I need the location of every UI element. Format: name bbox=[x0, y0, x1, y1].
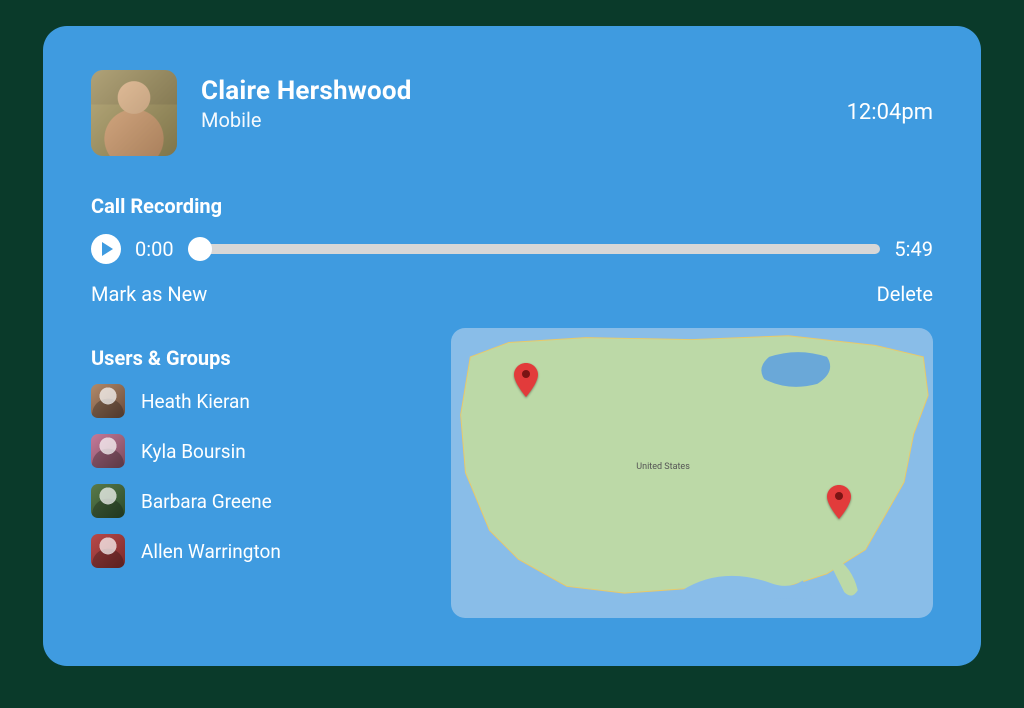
play-icon bbox=[102, 242, 113, 256]
contact-name-block: Claire Hershwood Mobile bbox=[201, 70, 847, 132]
user-name: Heath Kieran bbox=[141, 390, 250, 413]
recording-actions: Mark as New Delete bbox=[91, 282, 933, 306]
duration-time: 5:49 bbox=[894, 237, 933, 261]
contact-subtitle: Mobile bbox=[201, 108, 847, 132]
mark-as-new-link[interactable]: Mark as New bbox=[91, 282, 207, 306]
play-button[interactable] bbox=[91, 234, 121, 264]
user-row[interactable]: Kyla Boursin bbox=[91, 434, 411, 468]
lower-section: Users & Groups Heath Kieran Kyla Boursin… bbox=[91, 328, 933, 618]
users-title: Users & Groups bbox=[91, 346, 411, 370]
user-avatar bbox=[91, 534, 125, 568]
seek-track[interactable] bbox=[188, 244, 881, 254]
user-avatar bbox=[91, 484, 125, 518]
user-row[interactable]: Heath Kieran bbox=[91, 384, 411, 418]
call-detail-card: Claire Hershwood Mobile 12:04pm Call Rec… bbox=[43, 26, 981, 666]
user-avatar bbox=[91, 434, 125, 468]
user-avatar bbox=[91, 384, 125, 418]
map-pin-icon[interactable] bbox=[514, 363, 538, 397]
recording-title: Call Recording bbox=[91, 194, 933, 218]
call-time: 12:04pm bbox=[847, 70, 933, 125]
recording-player: 0:00 5:49 bbox=[91, 234, 933, 264]
delete-link[interactable]: Delete bbox=[877, 282, 933, 306]
users-panel: Users & Groups Heath Kieran Kyla Boursin… bbox=[91, 328, 411, 584]
user-name: Kyla Boursin bbox=[141, 440, 246, 463]
location-map[interactable]: United States bbox=[451, 328, 933, 618]
user-row[interactable]: Barbara Greene bbox=[91, 484, 411, 518]
seek-thumb[interactable] bbox=[188, 237, 212, 261]
contact-avatar[interactable] bbox=[91, 70, 177, 156]
contact-name: Claire Hershwood bbox=[201, 76, 847, 106]
map-pin-icon[interactable] bbox=[827, 485, 851, 519]
contact-header: Claire Hershwood Mobile 12:04pm bbox=[91, 70, 933, 156]
user-name: Allen Warrington bbox=[141, 540, 281, 563]
current-time: 0:00 bbox=[135, 237, 174, 261]
user-row[interactable]: Allen Warrington bbox=[91, 534, 411, 568]
user-name: Barbara Greene bbox=[141, 490, 272, 513]
